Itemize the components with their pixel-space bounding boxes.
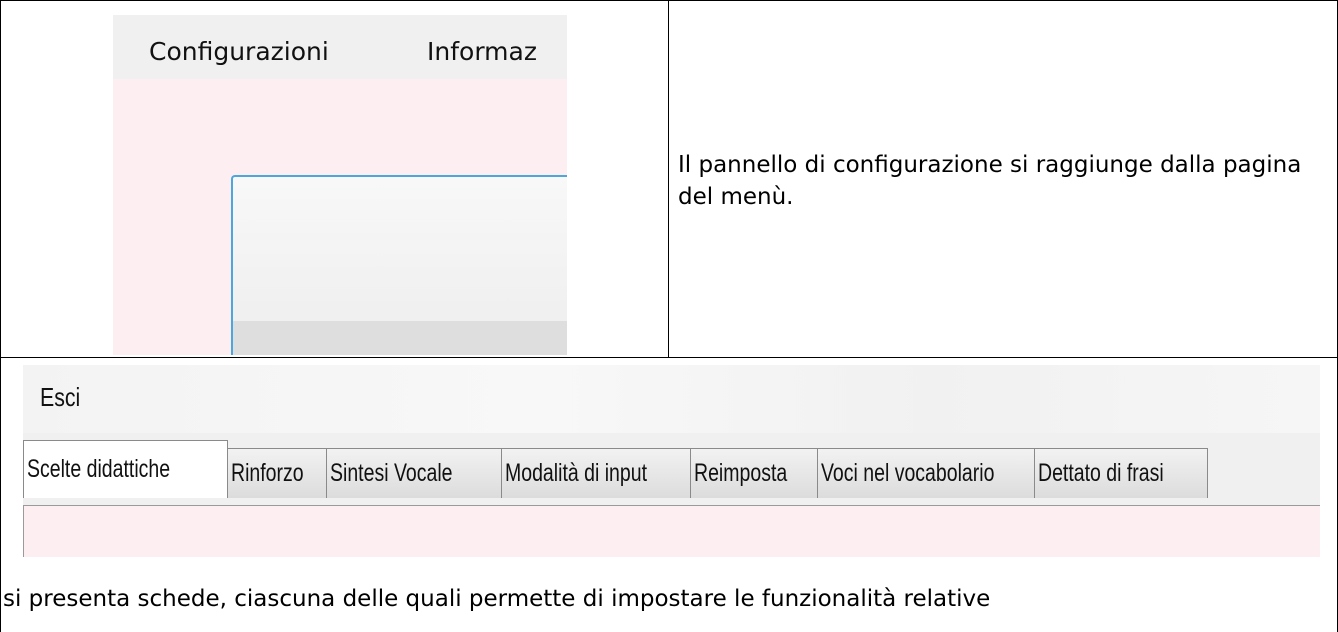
menu-screenshot: Configurazioni Informaz	[113, 15, 567, 355]
menu-item-informazioni[interactable]: Informaz	[427, 37, 537, 66]
tab-modalita-di-input[interactable]: Modalità di input	[501, 448, 691, 498]
tab-label: Scelte didattiche	[27, 455, 171, 483]
table-row-divider	[0, 357, 1338, 358]
description-text: Il pannello di configurazione si raggiun…	[678, 152, 1302, 210]
dialog-window-fragment	[231, 175, 567, 355]
dialog-footer	[233, 321, 567, 355]
body-text: si presenta schede, ciascuna delle quali…	[3, 586, 991, 612]
tab-voci-nel-vocabolario[interactable]: Voci nel vocabolario	[817, 448, 1035, 498]
tab-label: Rinforzo	[231, 459, 304, 487]
tab-rinforzo[interactable]: Rinforzo	[227, 448, 327, 498]
menu-item-configurazioni[interactable]: Configurazioni	[149, 37, 329, 66]
tab-label: Reimposta	[694, 459, 788, 487]
tab-dettato-di-frasi[interactable]: Dettato di frasi	[1034, 448, 1208, 498]
config-panel-screenshot: Esci Scelte didattiche Rinforzo Sintesi …	[23, 365, 1320, 557]
table-column-divider	[668, 0, 669, 357]
tab-reimposta[interactable]: Reimposta	[690, 448, 818, 498]
tab-label: Modalità di input	[505, 459, 648, 487]
tab-sintesi-vocale[interactable]: Sintesi Vocale	[326, 448, 502, 498]
tab-label: Dettato di frasi	[1038, 459, 1164, 487]
tab-content-panel	[23, 505, 1320, 557]
tab-scelte-didattiche[interactable]: Scelte didattiche	[23, 440, 228, 498]
tab-label: Voci nel vocabolario	[821, 459, 995, 487]
exit-menu-bar: Esci	[23, 365, 1320, 433]
table-border-left	[0, 0, 1, 632]
exit-menu-item[interactable]: Esci	[40, 382, 80, 413]
panel-left-edge	[23, 505, 24, 557]
table-border-top	[0, 0, 1338, 1]
menu-bar: Configurazioni Informaz	[113, 15, 567, 79]
tabs: Scelte didattiche Rinforzo Sintesi Vocal…	[23, 440, 1208, 498]
tab-label: Sintesi Vocale	[330, 459, 453, 487]
